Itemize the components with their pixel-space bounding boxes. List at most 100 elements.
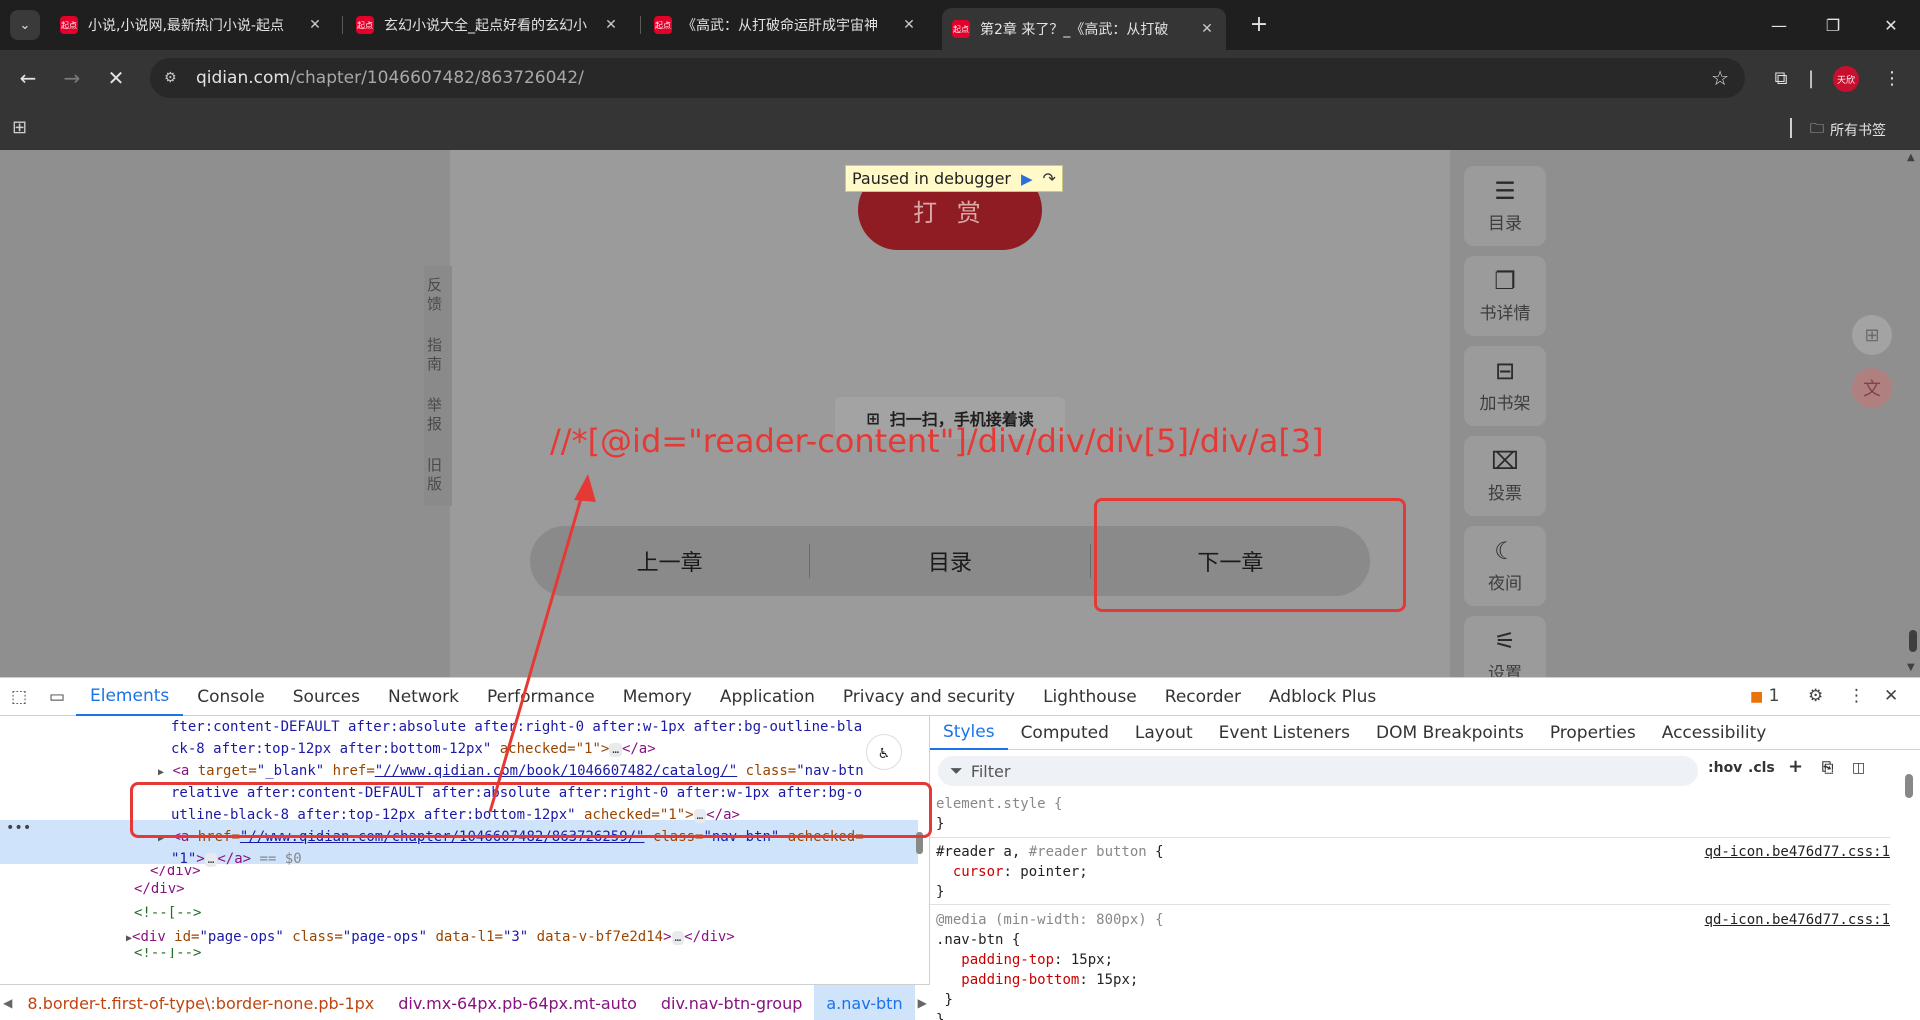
rendering-emulation-icon[interactable]: ⎘ xyxy=(1822,760,1833,776)
dom-line[interactable]: </div> xyxy=(150,866,201,876)
breadcrumb-item[interactable]: div.nav-btn-group xyxy=(649,994,814,1013)
device-toolbar-icon[interactable]: ▭ xyxy=(38,687,76,707)
minimize-icon[interactable]: — xyxy=(1764,10,1794,40)
accessibility-tree-icon[interactable]: ♿ xyxy=(866,734,902,770)
tab-layout[interactable]: Layout xyxy=(1122,716,1206,750)
apps-add-icon[interactable]: ⊞ xyxy=(1852,315,1892,355)
browser-tab[interactable]: 起点 小说,小说网,最新热门小说-起点 ✕ xyxy=(50,8,334,42)
rail-settings-button[interactable]: ⚟ 设置 xyxy=(1464,616,1546,677)
inspect-element-icon[interactable]: ⬚ xyxy=(0,687,38,707)
element-style-rule[interactable]: element.style { } xyxy=(936,794,1062,834)
old-version-tab[interactable]: 旧版 xyxy=(424,446,445,506)
tab-sources[interactable]: Sources xyxy=(279,678,374,716)
stylesheet-source-link[interactable]: qd-icon.be476d77.css:1 xyxy=(1705,912,1890,928)
tab-application[interactable]: Application xyxy=(706,678,829,716)
collapsed-content[interactable]: … xyxy=(671,931,685,945)
close-icon[interactable]: ✕ xyxy=(602,17,620,33)
rail-catalog-button[interactable]: ☰ 目录 xyxy=(1464,166,1546,246)
site-info-icon[interactable]: ⚙ xyxy=(164,70,184,86)
cls-toggle[interactable]: .cls xyxy=(1748,760,1775,776)
breadcrumb-right-arrow-icon[interactable]: ▶ xyxy=(915,996,930,1010)
scrollbar-thumb[interactable] xyxy=(1909,630,1917,652)
all-bookmarks-folder[interactable]: 🗀 所有书签 xyxy=(1810,118,1886,142)
dom-comment[interactable]: <!--[--> xyxy=(134,902,201,924)
scroll-down-icon[interactable]: ▼ xyxy=(1907,662,1915,673)
close-icon[interactable]: ✕ xyxy=(1198,21,1216,37)
rail-book-detail-button[interactable]: ❐ 书详情 xyxy=(1464,256,1546,336)
tab-accessibility[interactable]: Accessibility xyxy=(1649,716,1780,750)
styles-scrollbar[interactable] xyxy=(1904,756,1914,1016)
breadcrumb-item[interactable]: div.mx-64px.pb-64px.mt-auto xyxy=(386,994,649,1013)
tab-computed[interactable]: Computed xyxy=(1008,716,1122,750)
catalog-button[interactable]: 目录 xyxy=(810,545,1089,577)
tab-memory[interactable]: Memory xyxy=(609,678,706,716)
tab-performance[interactable]: Performance xyxy=(473,678,609,716)
forward-icon[interactable]: → xyxy=(58,64,86,92)
tab-elements[interactable]: Elements xyxy=(76,678,184,716)
new-style-rule-icon[interactable]: + xyxy=(1788,756,1803,777)
browser-tab-active[interactable]: 起点 第2章 来了？_《高武：从打破 ✕ xyxy=(942,8,1226,50)
feedback-tab[interactable]: 反馈 xyxy=(424,266,445,326)
translate-icon[interactable]: 文 xyxy=(1852,368,1892,408)
window-close-icon[interactable]: ✕ xyxy=(1876,10,1906,40)
prev-chapter-button[interactable]: 上一章 xyxy=(530,545,809,577)
back-icon[interactable]: ← xyxy=(14,64,42,92)
toggle-sidebar-icon[interactable]: ◫ xyxy=(1852,760,1865,776)
node-actions-icon[interactable]: ••• xyxy=(6,820,31,836)
devtools-menu-icon[interactable]: ⋮ xyxy=(1848,686,1865,706)
tab-event-listeners[interactable]: Event Listeners xyxy=(1206,716,1363,750)
scroll-up-icon[interactable]: ▲ xyxy=(1907,152,1915,163)
breadcrumb-item-active[interactable]: a.nav-btn xyxy=(814,985,915,1020)
dom-line[interactable]: ck-8 after:top-12px after:bottom-12px" a… xyxy=(171,738,656,760)
page-scrollbar[interactable]: ▲ ▼ xyxy=(1905,150,1920,677)
stylesheet-source-link[interactable]: qd-icon.be476d77.css:1 xyxy=(1705,844,1890,860)
tab-privacy-security[interactable]: Privacy and security xyxy=(829,678,1029,716)
tab-adblock-plus[interactable]: Adblock Plus xyxy=(1255,678,1390,716)
guide-tab[interactable]: 指南 xyxy=(424,326,445,386)
extensions-icon[interactable]: ⧉ xyxy=(1766,64,1796,92)
tab-recorder[interactable]: Recorder xyxy=(1151,678,1255,716)
close-icon[interactable]: ✕ xyxy=(306,17,324,33)
reader-a-rule[interactable]: #reader a, #reader button { cursor: poin… xyxy=(936,842,1164,902)
stop-loading-icon[interactable]: ✕ xyxy=(102,64,130,92)
report-tab[interactable]: 举报 xyxy=(424,386,445,446)
devtools-close-icon[interactable]: ✕ xyxy=(1884,686,1898,706)
dom-tree[interactable]: ••• fter:content-DEFAULT after:absolute … xyxy=(0,716,930,984)
restore-icon[interactable]: ❐ xyxy=(1818,10,1848,40)
rail-night-mode-button[interactable]: ☾ 夜间 xyxy=(1464,526,1546,606)
nav-btn-media-rule[interactable]: @media (min-width: 800px) { .nav-btn { p… xyxy=(936,910,1164,1020)
dom-line[interactable]: </div> xyxy=(134,878,185,900)
rail-vote-button[interactable]: ⌧ 投票 xyxy=(1464,436,1546,516)
breadcrumb-item[interactable]: 8.border-t.first-of-type\:border-none.pb… xyxy=(15,994,386,1013)
tab-properties[interactable]: Properties xyxy=(1537,716,1649,750)
collapsed-content[interactable]: … xyxy=(609,743,622,757)
tab-search-button[interactable]: ⌄ xyxy=(10,10,40,40)
resume-icon[interactable]: ▶ xyxy=(1021,170,1033,188)
dom-comment[interactable]: <!--]--> xyxy=(134,948,201,958)
tab-dom-breakpoints[interactable]: DOM Breakpoints xyxy=(1363,716,1537,750)
dom-node-catalog-link[interactable]: ▶ <a target="_blank" href="//www.qidian.… xyxy=(158,760,864,784)
tab-lighthouse[interactable]: Lighthouse xyxy=(1029,678,1151,716)
browser-tab[interactable]: 起点 《高武：从打破命运肝成宇宙神 ✕ xyxy=(644,8,928,42)
step-over-icon[interactable]: ↷ xyxy=(1043,169,1056,188)
dom-line[interactable]: fter:content-DEFAULT after:absolute afte… xyxy=(171,716,862,738)
styles-filter-input[interactable]: ⏷ Filter xyxy=(938,756,1698,786)
expand-triangle-icon[interactable]: ▶ xyxy=(158,767,164,778)
hov-toggle[interactable]: :hov xyxy=(1708,760,1742,776)
breadcrumb-left-arrow-icon[interactable]: ◀ xyxy=(0,996,15,1010)
rail-add-bookshelf-button[interactable]: ⊟ 加书架 xyxy=(1464,346,1546,426)
tab-styles[interactable]: Styles xyxy=(930,716,1008,750)
scrollbar-thumb[interactable] xyxy=(1905,774,1913,798)
close-icon[interactable]: ✕ xyxy=(900,17,918,33)
address-bar[interactable]: ⚙ qidian.com/chapter/1046607482/86372604… xyxy=(150,58,1745,98)
profile-avatar[interactable]: 天欣 xyxy=(1833,66,1859,92)
devtools-settings-icon[interactable]: ⚙ xyxy=(1808,686,1823,706)
issues-badge[interactable]: ■ 1 xyxy=(1750,686,1779,706)
browser-menu-icon[interactable]: ⋮ xyxy=(1878,64,1906,92)
tab-console[interactable]: Console xyxy=(183,678,279,716)
browser-tab[interactable]: 起点 玄幻小说大全_起点好看的玄幻小 ✕ xyxy=(346,8,630,42)
collapsed-content[interactable]: … xyxy=(204,853,218,867)
apps-grid-icon[interactable]: ⊞ xyxy=(12,117,27,138)
tab-network[interactable]: Network xyxy=(374,678,473,716)
bookmark-star-icon[interactable]: ☆ xyxy=(1711,66,1729,90)
